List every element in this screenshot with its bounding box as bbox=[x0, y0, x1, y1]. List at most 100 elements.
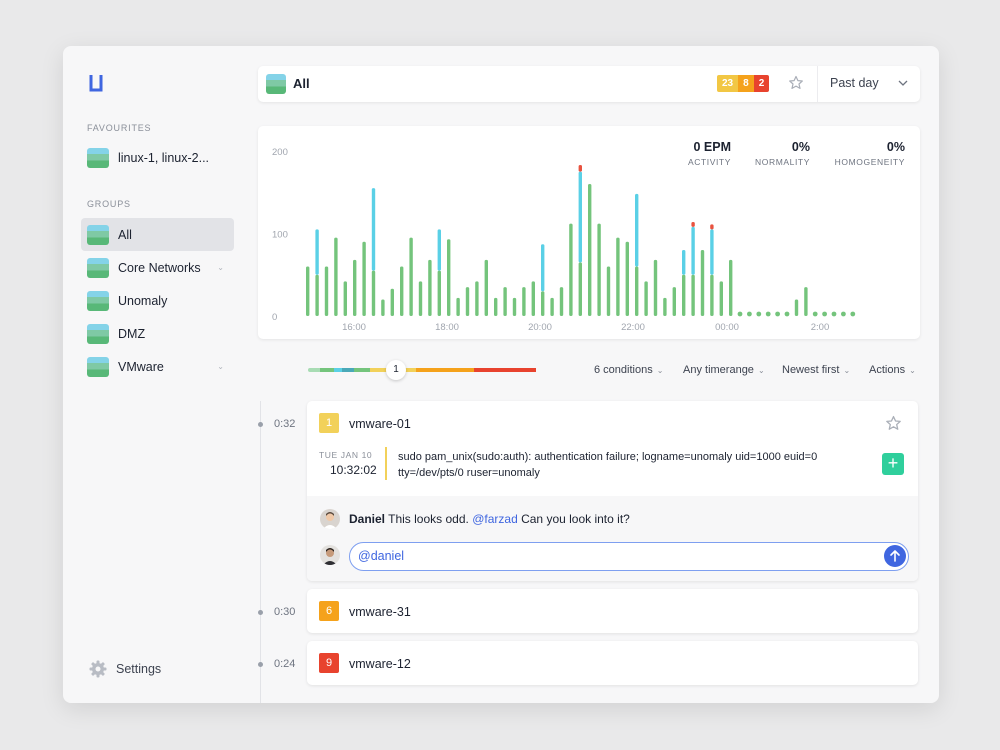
sidebar-item-unomaly[interactable]: Unomaly bbox=[81, 284, 234, 317]
chart-bar bbox=[353, 259, 357, 316]
chart-dot bbox=[812, 311, 818, 317]
chevron-down-icon: ⌄ bbox=[656, 366, 664, 375]
filter-label: Actions bbox=[869, 364, 906, 376]
chart-bar bbox=[559, 287, 564, 316]
event-card[interactable]: 9 vmware-12 bbox=[307, 641, 918, 685]
chart-bar bbox=[691, 274, 695, 316]
chart-dot bbox=[765, 311, 771, 317]
chart-bar bbox=[682, 274, 686, 316]
scrubber-segment bbox=[354, 368, 370, 372]
comment-text: Daniel This looks odd. @farzad Can you l… bbox=[349, 512, 630, 526]
filter-label: Newest first bbox=[782, 364, 840, 376]
chart-bar bbox=[484, 259, 488, 316]
metric-homogeneity: 0% HOMOGENEITY bbox=[835, 140, 905, 167]
x-tick-label: 16:00 bbox=[342, 322, 366, 333]
chart-bar bbox=[306, 266, 310, 316]
group-stack-icon bbox=[87, 290, 109, 311]
send-button[interactable] bbox=[884, 545, 906, 567]
timeline-line bbox=[260, 401, 261, 703]
log-severity-bar bbox=[385, 447, 387, 480]
log-time: 10:32:02 bbox=[330, 463, 377, 477]
chart-bar bbox=[606, 266, 611, 316]
chevron-down-icon: ⌄ bbox=[757, 366, 765, 375]
chart-dot bbox=[850, 311, 856, 317]
chart-bar bbox=[400, 266, 404, 316]
severity-scrubber[interactable] bbox=[308, 368, 552, 372]
chart-dot bbox=[784, 311, 790, 317]
scrubber-segment bbox=[308, 368, 320, 372]
x-tick-label: 00:00 bbox=[715, 322, 739, 333]
sidebar-item-favourite[interactable]: linux-1, linux-2... bbox=[81, 141, 234, 174]
sidebar-item-label: All bbox=[118, 227, 132, 242]
sidebar-item-label: Unomaly bbox=[118, 293, 168, 308]
mention-link[interactable]: @farzad bbox=[472, 512, 518, 526]
sidebar-item-core-networks[interactable]: Core Networks ⌄ bbox=[81, 251, 234, 284]
event-time: 0:24 bbox=[274, 658, 296, 670]
metric-label: NORMALITY bbox=[755, 157, 810, 167]
scrubber-handle[interactable]: 1 bbox=[386, 360, 406, 380]
chart-bar-segment bbox=[541, 244, 545, 292]
severity-badges[interactable]: 23 8 2 bbox=[717, 75, 770, 92]
event-title[interactable]: vmware-12 bbox=[349, 657, 411, 671]
chart-bar bbox=[578, 262, 582, 316]
chart-bar bbox=[381, 299, 385, 316]
comment-author[interactable]: Daniel bbox=[349, 512, 385, 526]
filter-label: 6 conditions bbox=[594, 364, 653, 376]
scrubber-segment bbox=[416, 368, 474, 372]
scrubber-segment bbox=[474, 368, 536, 372]
timerange-select[interactable]: Past day bbox=[830, 76, 879, 90]
comment-body: This looks odd. bbox=[388, 512, 469, 526]
activity-bar-chart[interactable]: 200 100 0 16:00 18:00 20:00 22:00 00:00 2:00 bbox=[258, 126, 920, 339]
chart-bar bbox=[334, 237, 338, 316]
metric-activity: 0 EPM ACTIVITY bbox=[688, 140, 731, 167]
group-stack-icon bbox=[87, 224, 109, 245]
y-tick-label: 200 bbox=[272, 147, 288, 158]
badge-high[interactable]: 2 bbox=[753, 75, 770, 92]
reply-input-value[interactable]: @daniel bbox=[358, 549, 404, 563]
chevron-down-icon: ⌄ bbox=[843, 366, 851, 375]
chart-bar bbox=[719, 281, 723, 316]
star-icon[interactable] bbox=[885, 415, 902, 432]
sidebar-item-dmz[interactable]: DMZ bbox=[81, 317, 234, 350]
avatar bbox=[320, 509, 340, 529]
metric-value: 0% bbox=[791, 140, 810, 154]
chevron-down-icon[interactable] bbox=[898, 79, 908, 87]
chart-bar bbox=[597, 223, 601, 316]
conditions-filter[interactable]: 6 conditions ⌄ bbox=[594, 364, 663, 376]
chart-dot bbox=[747, 311, 752, 317]
star-icon[interactable] bbox=[788, 75, 804, 91]
timeline-dot bbox=[258, 610, 263, 615]
chart-dot bbox=[841, 311, 846, 317]
sidebar-item-all[interactable]: All bbox=[81, 218, 234, 251]
reply-input[interactable]: @daniel bbox=[349, 542, 909, 571]
event-card[interactable]: 1 vmware-01 TUE JAN 10 10:32:02 sudo pam… bbox=[307, 401, 918, 581]
badge-medium[interactable]: 8 bbox=[738, 75, 754, 92]
chart-bar bbox=[794, 299, 799, 316]
chart-bar-segment bbox=[710, 229, 714, 275]
chart-bar bbox=[456, 297, 460, 316]
settings-link[interactable]: Settings bbox=[89, 660, 161, 678]
settings-label: Settings bbox=[116, 662, 162, 676]
add-button[interactable]: + bbox=[882, 453, 904, 475]
chevron-down-icon[interactable]: ⌄ bbox=[217, 263, 224, 272]
chart-bar bbox=[729, 259, 733, 316]
chart-bar bbox=[362, 241, 366, 316]
event-card[interactable]: 6 vmware-31 bbox=[307, 589, 918, 633]
logo-icon[interactable] bbox=[89, 75, 103, 92]
event-title[interactable]: vmware-31 bbox=[349, 605, 411, 619]
actions-menu[interactable]: Actions ⌄ bbox=[869, 364, 916, 376]
event-title[interactable]: vmware-01 bbox=[349, 417, 411, 431]
page-title: All bbox=[293, 76, 310, 91]
chart-bar bbox=[804, 287, 808, 316]
chart-bar bbox=[494, 297, 498, 316]
group-stack-icon bbox=[87, 356, 109, 377]
timerange-filter[interactable]: Any timerange ⌄ bbox=[683, 364, 765, 376]
chevron-down-icon[interactable]: ⌄ bbox=[217, 362, 224, 371]
sort-filter[interactable]: Newest first ⌄ bbox=[782, 364, 850, 376]
sidebar-item-vmware[interactable]: VMware ⌄ bbox=[81, 350, 234, 383]
badge-low[interactable]: 23 bbox=[717, 75, 739, 92]
chart-bar bbox=[315, 274, 319, 316]
chart-bar-segment bbox=[371, 188, 376, 271]
chart-bar bbox=[390, 288, 394, 316]
chart-bar-segment bbox=[691, 221, 695, 227]
